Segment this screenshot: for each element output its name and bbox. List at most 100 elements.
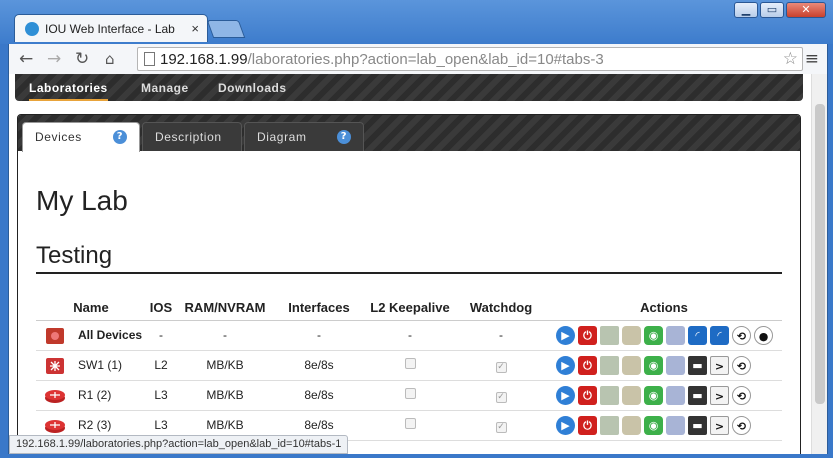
refresh-icon[interactable]: ⟲ — [732, 355, 751, 375]
help-icon[interactable]: ? — [337, 130, 351, 144]
gauge-icon[interactable]: ◜ — [688, 325, 707, 345]
database-icon[interactable] — [622, 415, 641, 435]
export-config-icon[interactable] — [600, 385, 619, 405]
database-icon[interactable] — [622, 355, 641, 375]
browser-tab[interactable]: IOU Web Interface - Lab × — [14, 14, 208, 42]
actions-cell: ▶ ⏻ ◉ ▬ > ⟲ — [546, 410, 782, 441]
keepalive-checkbox[interactable] — [404, 358, 416, 369]
tab-description[interactable]: Description — [142, 122, 242, 151]
actions-cell: ▶ ⏻ ◉ ▬ > ⟲ — [546, 380, 782, 411]
help-icon[interactable]: ? — [113, 130, 127, 144]
scrollbar-thumb[interactable] — [815, 104, 825, 404]
terminal-icon[interactable]: > — [710, 415, 729, 435]
back-arrow-icon[interactable]: ← — [19, 49, 33, 69]
watchdog-cell[interactable]: ✓ — [456, 380, 546, 411]
minimize-button[interactable]: ▁ — [734, 2, 758, 18]
ios-cell: - — [146, 320, 176, 351]
start-icon[interactable]: ▶ — [556, 385, 575, 405]
stop-icon[interactable]: ⏻ — [578, 385, 597, 405]
new-tab-button[interactable] — [206, 20, 246, 38]
terminal-icon[interactable]: > — [710, 385, 729, 405]
wipe-icon[interactable] — [666, 355, 685, 375]
stop-icon[interactable]: ⏻ — [578, 415, 597, 435]
snapshot-icon[interactable]: ◉ — [644, 385, 663, 405]
refresh-icon[interactable]: ⟲ — [732, 385, 751, 405]
keepalive-cell: - — [364, 320, 456, 351]
interfaces-cell: 8e/8s — [274, 380, 364, 411]
menu-icon[interactable]: ≡ — [805, 49, 819, 69]
device-name-cell[interactable]: All Devices — [36, 320, 146, 351]
start-icon[interactable]: ▶ — [556, 325, 575, 345]
bomb-icon[interactable]: ● — [754, 325, 773, 345]
keepalive-checkbox[interactable] — [404, 388, 416, 399]
browser-window: IOU Web Interface - Lab × ▁ ▭ ✕ ← → ↻ ⌂ … — [0, 0, 833, 458]
table-row: All Devices - - - - - ▶ ⏻ ◉ ◜ ◜ ⟲ ● — [36, 320, 782, 351]
device-name-cell[interactable]: R1 (2) — [36, 380, 146, 411]
stop-icon[interactable]: ⏻ — [578, 325, 597, 345]
watchdog-cell[interactable]: ✓ — [456, 410, 546, 441]
start-icon[interactable]: ▶ — [556, 415, 575, 435]
router-icon — [44, 416, 66, 436]
stop-icon[interactable]: ⏻ — [578, 355, 597, 375]
address-url[interactable]: 192.168.1.99/laboratories.php?action=lab… — [160, 51, 604, 68]
device-name[interactable]: SW1 (1) — [78, 358, 122, 372]
status-bar-url: 192.168.1.99/laboratories.php?action=lab… — [9, 435, 349, 454]
device-name-cell[interactable]: SW1 (1) — [36, 350, 146, 381]
database-icon[interactable] — [622, 325, 641, 345]
nav-downloads[interactable]: Downloads — [218, 81, 287, 95]
iou-favicon-icon — [25, 22, 39, 36]
url-path: /laboratories.php?action=lab_open&lab_id… — [247, 51, 604, 68]
refresh-icon[interactable]: ⟲ — [732, 325, 751, 345]
bookmark-star-icon[interactable]: ☆ — [783, 49, 798, 69]
vertical-scrollbar[interactable] — [811, 74, 827, 454]
console-icon[interactable]: ▬ — [688, 355, 707, 375]
device-name[interactable]: All Devices — [78, 328, 142, 342]
actions-cell: ▶ ⏻ ◉ ◜ ◜ ⟲ ● — [546, 320, 782, 351]
terminal-icon[interactable]: > — [710, 355, 729, 375]
export-config-icon[interactable] — [600, 355, 619, 375]
close-window-button[interactable]: ✕ — [786, 2, 826, 18]
watchdog-checkbox[interactable]: ✓ — [495, 421, 507, 433]
home-icon[interactable]: ⌂ — [105, 50, 115, 68]
ram-cell: MB/KB — [176, 380, 274, 411]
watchdog-checkbox[interactable]: ✓ — [495, 391, 507, 403]
keepalive-checkbox[interactable] — [404, 418, 416, 429]
nav-laboratories[interactable]: Laboratories — [29, 81, 108, 101]
watchdog-cell: - — [456, 320, 546, 351]
keepalive-cell[interactable] — [364, 350, 456, 381]
tab-diagram[interactable]: Diagram ? — [244, 122, 364, 151]
ios-cell: L2 — [146, 350, 176, 381]
device-name[interactable]: R1 (2) — [78, 388, 111, 402]
devices-table: Name IOS RAM/NVRAM Interfaces L2 Keepali… — [36, 296, 782, 441]
wipe-icon[interactable] — [666, 385, 685, 405]
export-config-icon[interactable] — [600, 415, 619, 435]
forward-arrow-icon[interactable]: → — [47, 49, 61, 69]
keepalive-cell[interactable] — [364, 380, 456, 411]
address-bar[interactable]: 192.168.1.99/laboratories.php?action=lab… — [137, 47, 803, 71]
wipe-icon[interactable] — [666, 415, 685, 435]
refresh-icon[interactable]: ⟲ — [732, 415, 751, 435]
console-icon[interactable]: ▬ — [688, 415, 707, 435]
device-name[interactable]: R2 (3) — [78, 418, 111, 432]
start-icon[interactable]: ▶ — [556, 355, 575, 375]
snapshot-icon[interactable]: ◉ — [644, 325, 663, 345]
watchdog-cell[interactable]: ✓ — [456, 350, 546, 381]
nav-manage[interactable]: Manage — [141, 81, 189, 95]
gauge-stop-icon[interactable]: ◜ — [710, 325, 729, 345]
watchdog-checkbox[interactable]: ✓ — [495, 361, 507, 373]
reload-icon[interactable]: ↻ — [75, 49, 89, 69]
console-icon[interactable]: ▬ — [688, 385, 707, 405]
tab-devices[interactable]: Devices ? — [22, 122, 140, 152]
database-icon[interactable] — [622, 385, 641, 405]
maximize-button[interactable]: ▭ — [760, 2, 784, 18]
keepalive-cell[interactable] — [364, 410, 456, 441]
snapshot-icon[interactable]: ◉ — [644, 355, 663, 375]
col-watchdog: Watchdog — [456, 296, 546, 321]
snapshot-icon[interactable]: ◉ — [644, 415, 663, 435]
tab-close-icon[interactable]: × — [191, 21, 199, 36]
col-actions: Actions — [546, 296, 782, 321]
top-navigation: Laboratories Manage Downloads — [15, 74, 803, 101]
tab-title: IOU Web Interface - Lab — [45, 22, 175, 36]
wipe-icon[interactable] — [666, 325, 685, 345]
export-config-icon[interactable] — [600, 325, 619, 345]
